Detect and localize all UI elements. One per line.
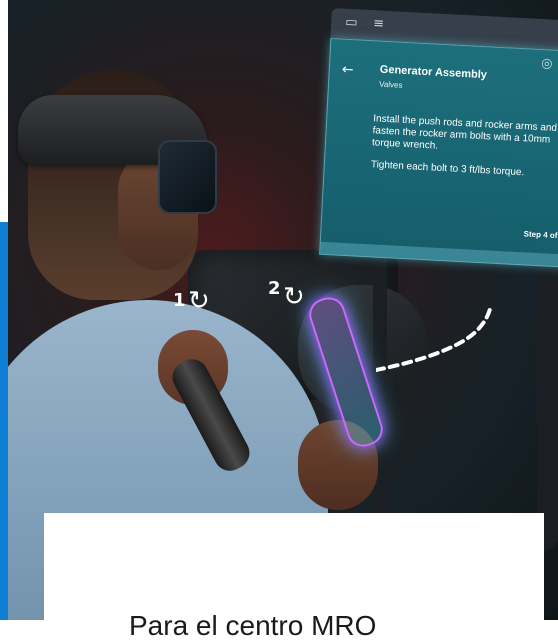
back-arrow-icon[interactable]: ←	[341, 62, 354, 79]
generator-frame	[373, 235, 558, 553]
hologram-instruction: Install the push rods and rocker arms an…	[371, 113, 558, 152]
hologram-subtitle: Valves	[378, 79, 403, 90]
rotate-arrow-icon: ↻	[283, 282, 305, 312]
step-2-label: 2	[268, 278, 281, 299]
headset-visor	[158, 140, 217, 214]
hologram-instruction-torque: Tighten each bolt to 3 ft/lbs torque.	[370, 159, 525, 179]
card-heading: Para el centro MRO	[129, 610, 377, 641]
folder-icon[interactable]: ▭	[345, 15, 358, 31]
hologram-body: ◎ ⚙ ← Generator Assembly Valves Install …	[319, 37, 558, 268]
hologram-title: Generator Assembly	[379, 63, 488, 82]
step-1-label: 1	[173, 290, 186, 311]
hologram-instruction-panel: ▭ ≡ ◎ ⚙ ← Generator Assembly Valves Inst…	[319, 8, 558, 268]
content-card: Para el centro MRO	[44, 513, 544, 641]
dashed-guide-line	[376, 303, 493, 372]
menu-icon[interactable]: ≡	[373, 16, 385, 32]
panel-settings-icons[interactable]: ◎ ⚙	[541, 56, 558, 72]
rotate-arrow-icon: ↻	[188, 286, 210, 316]
hologram-step-indicator: Step 4 of	[523, 229, 558, 241]
